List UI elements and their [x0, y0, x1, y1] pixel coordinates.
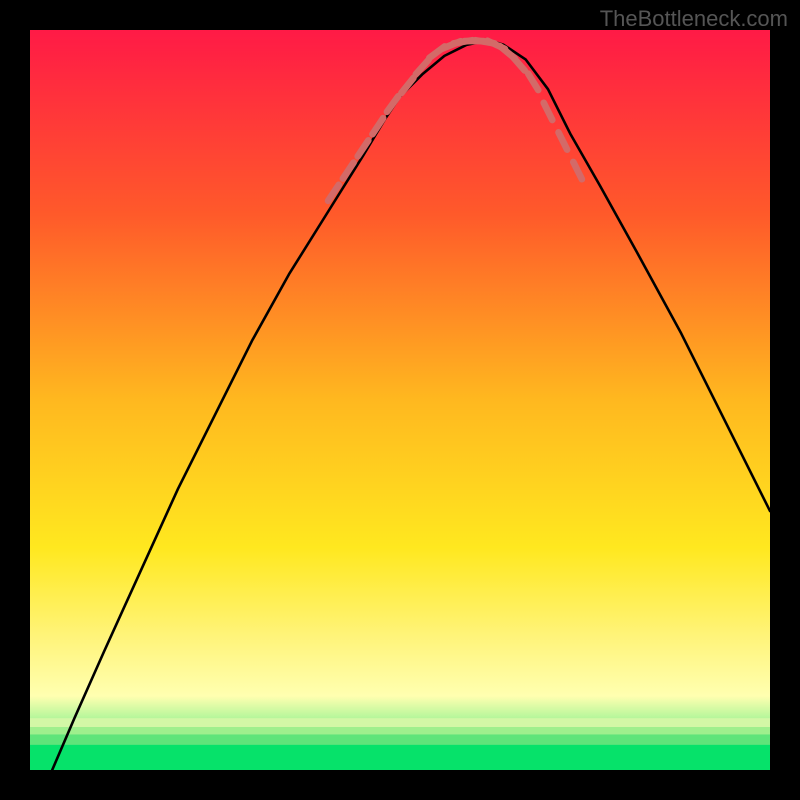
dash-segment — [544, 103, 553, 120]
dash-segment — [372, 118, 383, 134]
dash-segment — [387, 96, 398, 112]
series-curve — [52, 40, 770, 770]
dash-segment — [573, 162, 582, 179]
dash-segment — [558, 132, 567, 149]
dash-segment — [401, 78, 413, 93]
chart-frame: TheBottleneck.com — [0, 0, 800, 800]
curve-layer — [30, 30, 770, 770]
dash-segment — [343, 163, 354, 179]
dash-segment — [358, 140, 369, 156]
plot-area — [30, 30, 770, 770]
watermark-text: TheBottleneck.com — [600, 6, 788, 32]
